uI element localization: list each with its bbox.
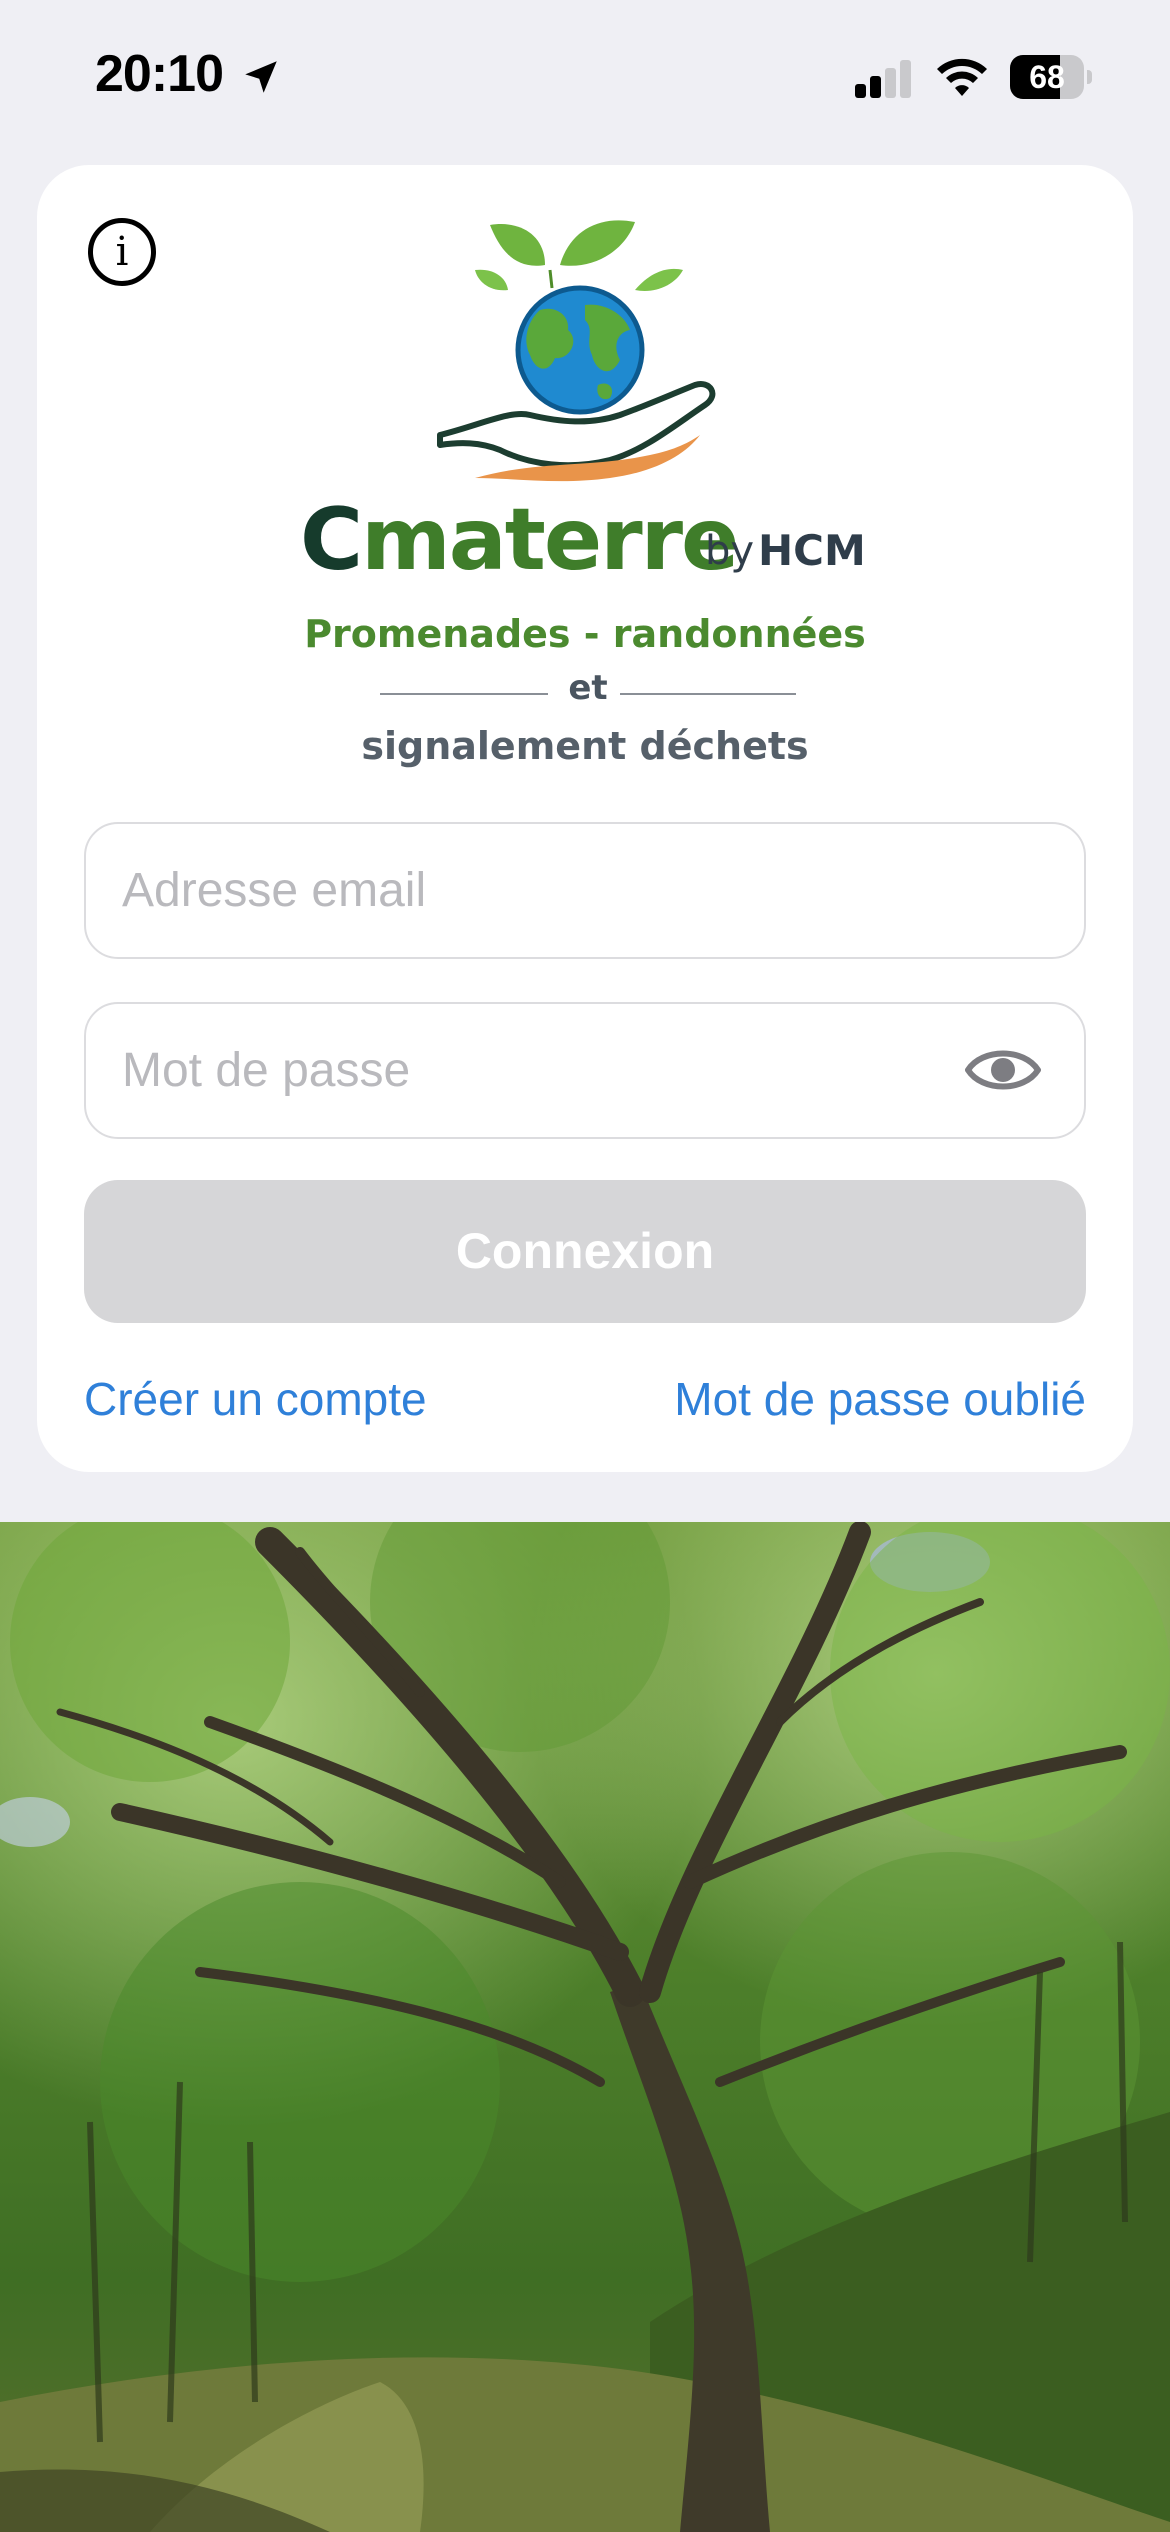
brand-wordmark: Cmaterre by HCM <box>300 490 900 590</box>
tagline-promenades: Promenades - randonnées <box>304 612 866 656</box>
info-button[interactable]: i <box>88 218 156 286</box>
forest-background-image <box>0 1522 1170 2532</box>
email-field[interactable] <box>84 822 1086 959</box>
brand-by: by <box>705 528 755 574</box>
cellular-signal-icon <box>855 58 915 98</box>
status-bar: 20:10 68 <box>0 0 1170 150</box>
status-time: 20:10 <box>95 45 224 103</box>
forgot-password-link[interactable]: Mot de passe oublié <box>674 1372 1086 1426</box>
create-account-link[interactable]: Créer un compte <box>84 1372 427 1426</box>
battery-icon: 68 <box>1010 55 1092 99</box>
email-input[interactable] <box>122 824 1002 957</box>
brand-name: materre <box>361 490 739 590</box>
wifi-icon <box>937 58 987 96</box>
location-arrow-icon <box>245 61 277 93</box>
password-field[interactable] <box>84 1002 1086 1139</box>
password-input[interactable] <box>122 1004 1002 1137</box>
earth-in-hand-logo <box>437 220 716 482</box>
info-icon: i <box>115 229 129 275</box>
battery-percent: 68 <box>1029 59 1065 95</box>
tagline-connector: et <box>380 668 796 718</box>
brand-company: HCM <box>758 526 866 575</box>
tagline-et: et <box>568 668 608 708</box>
login-button[interactable]: Connexion <box>84 1180 1086 1323</box>
brand-initial: C <box>300 490 363 590</box>
tagline-signalement: signalement déchets <box>361 724 809 768</box>
divider-right <box>620 693 796 695</box>
eye-icon[interactable] <box>964 1042 1042 1098</box>
